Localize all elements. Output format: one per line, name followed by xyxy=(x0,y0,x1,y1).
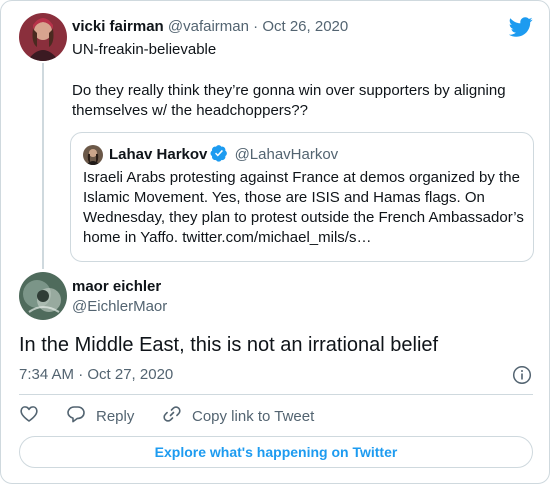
quoted-tweet-text: Israeli Arabs protesting against France … xyxy=(83,169,524,246)
parent-author-name[interactable]: vicki fairman xyxy=(72,18,164,35)
tweet-author-name[interactable]: maor eichler xyxy=(72,277,161,297)
tweet-embed-card: vicki fairman @vafairman · Oct 26, 2020 … xyxy=(0,0,550,484)
heart-icon xyxy=(19,404,39,428)
quoted-tweet-header: Lahav Harkov @LahavHarkov xyxy=(109,144,338,165)
info-icon[interactable] xyxy=(512,365,532,385)
explore-twitter-button[interactable]: Explore what's happening on Twitter xyxy=(19,436,533,468)
tweet-author-handle[interactable]: @EichlerMaor xyxy=(72,297,167,317)
quoted-author-name: Lahav Harkov xyxy=(109,146,208,163)
copy-link-button[interactable]: Copy link to Tweet xyxy=(162,404,314,428)
parent-tweet-header: vicki fairman @vafairman · Oct 26, 2020 xyxy=(72,17,348,37)
separator-dot: · xyxy=(253,18,259,35)
twitter-bird-icon[interactable] xyxy=(508,15,533,39)
tweet-text: In the Middle East, this is not an irrat… xyxy=(19,334,439,356)
parent-author-handle[interactable]: @vafairman xyxy=(168,18,249,35)
reply-label: Reply xyxy=(96,407,135,425)
like-button[interactable] xyxy=(19,404,39,428)
reply-bubble-icon xyxy=(66,404,86,428)
tweet-timestamp[interactable]: 7:34 AM · Oct 27, 2020 xyxy=(19,365,173,385)
copy-link-label: Copy link to Tweet xyxy=(192,407,315,425)
thread-connector-line xyxy=(42,63,44,269)
parent-tweet-text-line1: UN-freakin-believable xyxy=(72,41,217,58)
parent-tweet-text-line2: Do they really think they’re gonna win o… xyxy=(72,82,506,119)
lahav-avatar xyxy=(83,145,103,165)
reply-button[interactable]: Reply xyxy=(66,404,134,428)
parent-tweet-date[interactable]: Oct 26, 2020 xyxy=(262,18,348,35)
vicki-avatar[interactable] xyxy=(19,13,67,61)
quoted-tweet-card[interactable]: Lahav Harkov @LahavHarkov Israeli Arabs … xyxy=(70,132,534,262)
quoted-author-handle: @LahavHarkov xyxy=(234,146,339,163)
divider xyxy=(19,394,533,395)
maor-avatar[interactable] xyxy=(19,272,67,320)
verified-badge-icon xyxy=(210,144,228,162)
link-icon xyxy=(162,404,182,428)
